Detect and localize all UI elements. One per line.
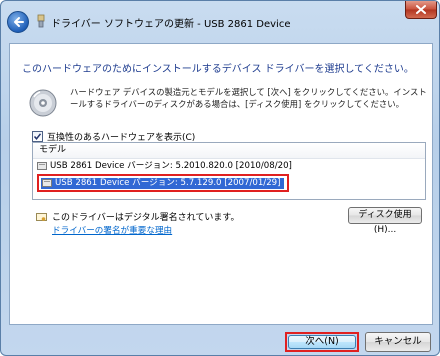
title-bar: ドライバー ソフトウェアの更新 - USB 2861 Device [1, 1, 439, 41]
model-item-label: USB 2861 Device バージョン: 5.7.129.0 [2007/0… [55, 178, 281, 188]
next-button[interactable]: 次へ(N) [288, 335, 356, 349]
wizard-content: このハードウェアのためにインストールするデバイス ドライバーを選択してください。… [9, 43, 433, 325]
instructions-text: ハードウェア デバイスの製造元とモデルを選択して [次へ] をクリックしてくださ… [70, 87, 427, 109]
back-arrow-icon [14, 17, 24, 27]
back-button[interactable] [7, 11, 29, 33]
driver-icon [37, 162, 47, 170]
cancel-button[interactable]: キャンセル [365, 332, 431, 352]
signature-status-text: このドライバーはデジタル署名されています。 [52, 213, 240, 223]
model-list[interactable]: モデル USB 2861 Device バージョン: 5.2010.820.0 … [32, 142, 426, 200]
model-item-label: USB 2861 Device バージョン: 5.2010.820.0 [201… [50, 161, 292, 171]
button-bar: 次へ(N) キャンセル [9, 323, 433, 353]
page-heading: このハードウェアのためにインストールするデバイス ドライバーを選択してください。 [22, 64, 414, 75]
close-icon [416, 5, 426, 14]
close-button[interactable] [405, 1, 437, 19]
compatible-hardware-label: 互換性のあるハードウェアを表示(C) [47, 132, 196, 143]
checkmark-icon [33, 132, 42, 140]
cd-disk-icon [29, 89, 57, 117]
compatible-hardware-checkbox[interactable] [32, 130, 43, 142]
model-list-header: モデル [33, 143, 425, 159]
compatible-hardware-option[interactable]: 互換性のあるハードウェアを表示(C) [32, 130, 196, 143]
model-list-item[interactable]: USB 2861 Device バージョン: 5.2010.820.0 [201… [37, 160, 292, 172]
next-button-highlight[interactable]: 次へ(N) [285, 332, 359, 352]
certificate-icon [36, 213, 47, 221]
device-icon [37, 14, 45, 28]
window-title: ドライバー ソフトウェアの更新 - USB 2861 Device [51, 19, 291, 30]
selection-highlight: USB 2861 Device バージョン: 5.7.129.0 [2007/0… [41, 177, 284, 189]
driver-icon [42, 179, 52, 187]
have-disk-button[interactable]: ディスク使用(H)... [348, 207, 422, 235]
signature-info-link[interactable]: ドライバーの署名が重要な理由 [52, 224, 172, 236]
driver-update-dialog: ドライバー ソフトウェアの更新 - USB 2861 Device このハードウ… [0, 0, 440, 356]
model-list-item-selected[interactable]: USB 2861 Device バージョン: 5.7.129.0 [2007/0… [37, 174, 289, 192]
